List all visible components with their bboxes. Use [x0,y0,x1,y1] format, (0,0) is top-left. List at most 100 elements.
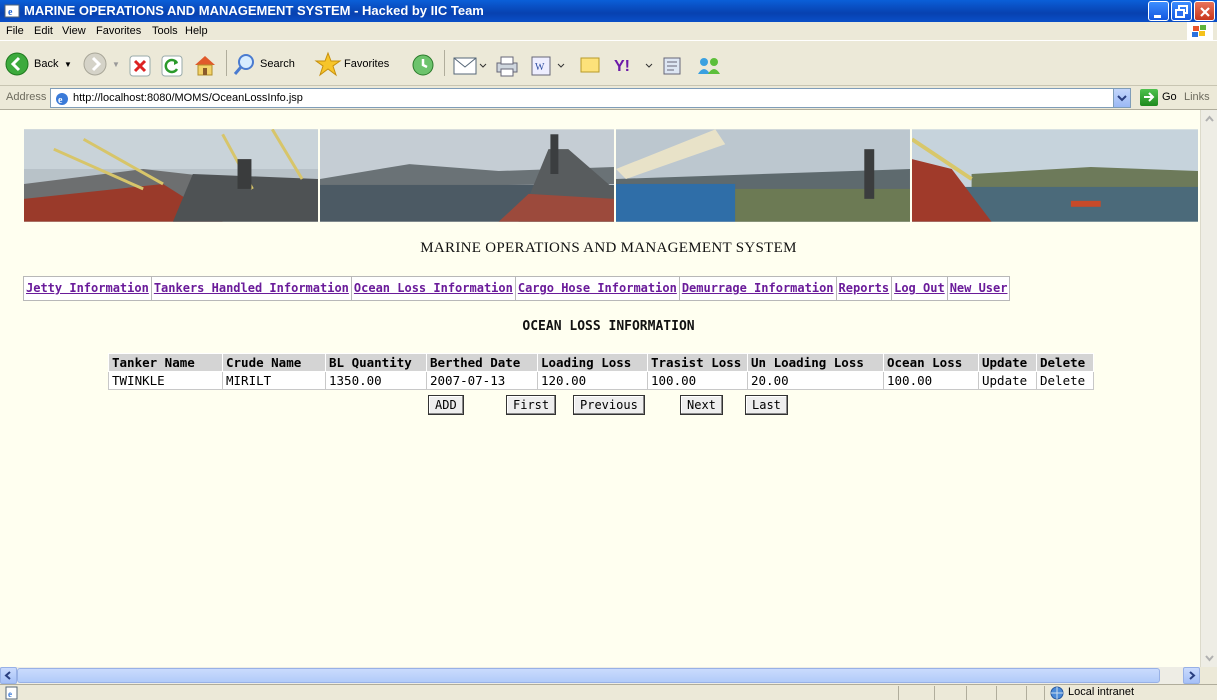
status-cell [1044,686,1045,700]
scroll-right-button[interactable] [1183,667,1200,684]
minimize-button[interactable] [1148,1,1169,21]
ocean-loss-table: Tanker Name Crude Name BL Quantity Berth… [108,353,1094,390]
address-bar: Address e http://localhost:8080/MOMS/Oce… [0,86,1217,110]
menu-tools[interactable]: Tools [152,25,178,37]
nav-ocean-loss-information[interactable]: Ocean Loss Information [352,277,516,300]
ocean-loss-cell: 100.00 [883,371,979,390]
discuss-icon[interactable] [578,52,604,80]
column-header: Tanker Name [108,353,223,372]
search-button[interactable]: Search [232,50,304,78]
chevron-down-icon: ▼ [64,60,72,69]
nav-demurrage-information[interactable]: Demurrage Information [680,277,837,300]
column-header: Update [978,353,1037,372]
refresh-icon[interactable] [160,52,184,80]
pagination-buttons: ADD First Previous Next Last [0,395,1200,415]
column-header: Delete [1036,353,1094,372]
research-icon[interactable] [660,52,686,80]
page-content: MARINE OPERATIONS AND MANAGEMENT SYSTEM … [0,110,1200,667]
close-button[interactable] [1194,1,1215,21]
column-header: BL Quantity [325,353,427,372]
svg-text:e: e [8,689,12,699]
menu-bar: File Edit View Favorites Tools Help [0,22,1217,41]
print-icon[interactable] [494,52,520,80]
menu-help[interactable]: Help [185,25,208,37]
main-nav: Jetty Information Tankers Handled Inform… [23,276,1011,301]
mail-icon[interactable] [452,52,488,80]
first-button[interactable]: First [506,395,557,415]
history-icon[interactable] [410,51,436,79]
menu-view[interactable]: View [62,25,86,37]
table-row: TWINKLE MIRILT 1350.00 2007-07-13 120.00… [108,371,1094,390]
home-icon[interactable] [192,51,218,79]
back-button[interactable]: Back ▼ [4,50,76,78]
berthed-date-cell: 2007-07-13 [426,371,538,390]
nav-new-user[interactable]: New User [948,277,1010,300]
address-dropdown-button[interactable] [1113,89,1130,107]
favorites-label: Favorites [344,58,390,70]
search-label: Search [260,58,295,70]
toolbar-separator [444,50,445,76]
loading-loss-cell: 120.00 [537,371,648,390]
menu-edit[interactable]: Edit [34,25,53,37]
go-button[interactable] [1140,89,1158,106]
scroll-left-button[interactable] [0,667,17,684]
edit-word-icon[interactable]: W [528,52,568,80]
banner-photo-2 [319,129,614,222]
favorites-button[interactable]: Favorites [314,50,404,78]
section-title: OCEAN LOSS INFORMATION [522,319,695,334]
address-input[interactable]: e http://localhost:8080/MOMS/OceanLossIn… [50,88,1131,108]
bl-quantity-cell: 1350.00 [325,371,427,390]
tanker-name-cell: TWINKLE [108,371,223,390]
search-icon [233,54,254,75]
stop-icon[interactable] [128,52,152,80]
title-bar: e MARINE OPERATIONS AND MANAGEMENT SYSTE… [0,0,1217,22]
horizontal-scrollbar[interactable] [0,667,1200,684]
delete-link[interactable]: Delete [1036,371,1094,390]
column-header: Crude Name [222,353,326,372]
status-cell [1026,686,1027,700]
column-header: Ocean Loss [883,353,979,372]
page-status-icon: e [5,686,18,700]
messenger-icon[interactable] [694,52,724,80]
maximize-button[interactable] [1171,1,1192,21]
update-link[interactable]: Update [978,371,1037,390]
banner-photo-4 [911,129,1198,222]
back-arrow-icon [5,52,29,76]
security-zone-label: Local intranet [1068,686,1135,698]
add-button[interactable]: ADD [428,395,464,415]
nav-cargo-hose-information[interactable]: Cargo Hose Information [516,277,680,300]
intranet-globe-icon [1050,686,1064,700]
nav-jetty-information[interactable]: Jetty Information [24,277,152,300]
crude-name-cell: MIRILT [222,371,326,390]
column-header: Trasist Loss [647,353,748,372]
ie-page-icon: e [56,93,68,106]
horizontal-scroll-thumb[interactable] [17,668,1160,683]
forward-button[interactable]: ▼ [82,50,122,78]
vertical-scrollbar[interactable] [1200,110,1217,667]
previous-button[interactable]: Previous [573,395,645,415]
column-header: Berthed Date [426,353,538,372]
toolbar: Back ▼ ▼ Search Favorites W Y! [0,42,1217,86]
links-label[interactable]: Links [1184,91,1210,103]
address-url: http://localhost:8080/MOMS/OceanLossInfo… [73,92,303,104]
nav-tankers-handled-information[interactable]: Tankers Handled Information [152,277,352,300]
yahoo-icon[interactable]: Y! [612,52,656,80]
nav-log-out[interactable]: Log Out [892,277,948,300]
banner-photo-3 [615,129,910,222]
go-label[interactable]: Go [1162,91,1177,103]
chevron-down-icon: ▼ [112,60,120,69]
forward-arrow-icon [83,52,107,76]
status-bar: e Local intranet [0,684,1217,700]
svg-text:W: W [535,62,545,73]
ie-icon: e [4,4,20,18]
nav-reports[interactable]: Reports [837,277,893,300]
scroll-down-icon[interactable] [1201,650,1217,667]
menu-file[interactable]: File [6,25,24,37]
scroll-up-icon[interactable] [1201,110,1217,127]
restore-icon [1175,5,1188,18]
menu-favorites[interactable]: Favorites [96,25,141,37]
go-arrow-icon [1144,92,1155,102]
last-button[interactable]: Last [745,395,788,415]
next-button[interactable]: Next [680,395,723,415]
address-label: Address [6,91,47,103]
